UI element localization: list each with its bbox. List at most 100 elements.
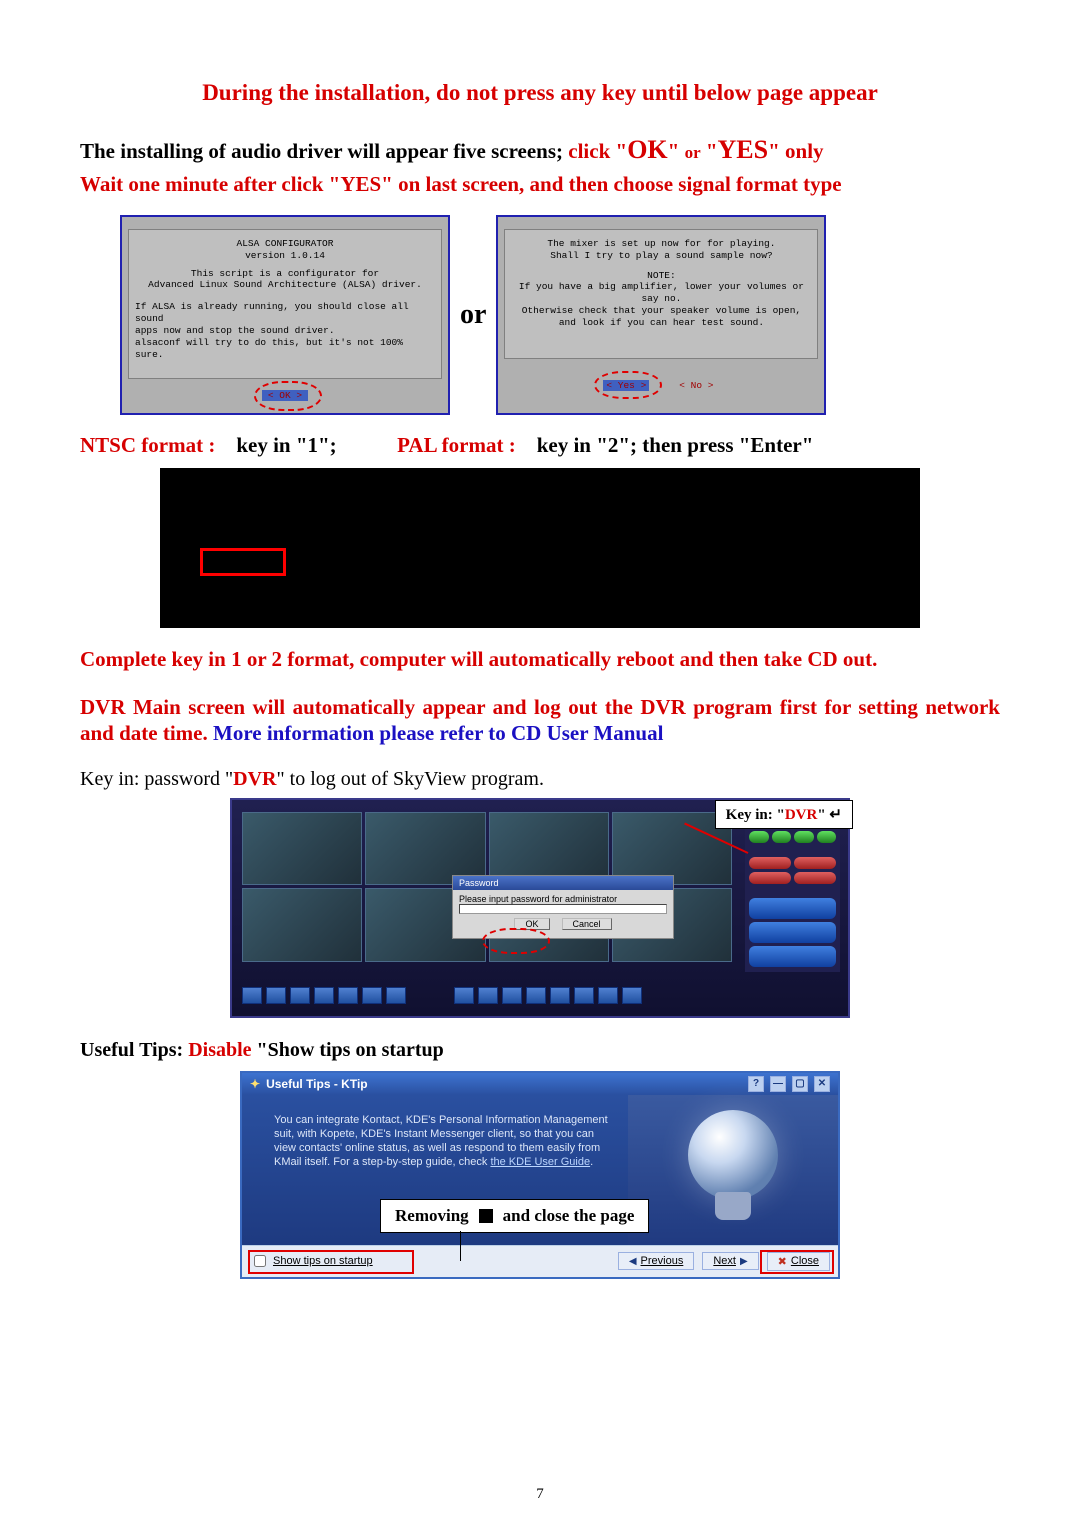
ok-button[interactable]: OK — [514, 918, 549, 930]
toolbar-button[interactable] — [550, 987, 570, 1004]
sidebar-button[interactable] — [749, 831, 769, 843]
minimize-button[interactable]: — — [770, 1076, 786, 1092]
useful-tips-line: Useful Tips: Disable "Show tips on start… — [80, 1038, 1000, 1063]
lightbulb-icon: ✦ — [250, 1077, 260, 1091]
sidebar-button[interactable] — [817, 831, 837, 843]
ktip-titlebar: ✦ Useful Tips - KTip ? — ▢ ✕ — [242, 1073, 838, 1095]
sidebar-button[interactable] — [749, 872, 791, 884]
text: or — [685, 143, 701, 162]
toolbar-button[interactable] — [338, 987, 358, 1004]
next-button[interactable]: Next ▶ — [702, 1252, 758, 1270]
alsa-mixer-screenshot: The mixer is set up now for for playing.… — [496, 215, 826, 415]
sidebar-button[interactable] — [749, 922, 836, 943]
ntsc-value — [221, 433, 237, 457]
or-label: or — [460, 299, 486, 331]
pal-label: PAL format : — [397, 433, 516, 457]
callout-box: Removing and close the page — [380, 1199, 649, 1233]
text: The mixer is set up now for for playing. — [511, 238, 811, 250]
ntsc-label: NTSC format : — [80, 433, 215, 457]
after-term-line: Complete key in 1 or 2 format, computer … — [80, 646, 1000, 672]
show-tips-checkbox[interactable]: Show tips on startup — [250, 1252, 373, 1270]
text: More information please refer to CD User… — [213, 721, 663, 745]
help-button[interactable]: ? — [748, 1076, 764, 1092]
ok-button[interactable]: < OK > — [262, 390, 308, 401]
callout-leader-line — [460, 1231, 461, 1261]
filled-checkbox-icon — [479, 1209, 493, 1223]
toolbar-button[interactable] — [362, 987, 382, 1004]
keyin-line: Key in: password "DVR" to log out of Sky… — [80, 767, 1000, 792]
text: " — [706, 139, 718, 163]
cancel-button[interactable]: Cancel — [562, 918, 612, 930]
sidebar-button[interactable] — [794, 857, 836, 869]
ktip-footer: Show tips on startup ◀ Previous Next ▶ ✖Cl… — [242, 1245, 838, 1277]
text: DVR — [233, 768, 276, 790]
text: This script is a configurator for — [135, 268, 435, 280]
text: Useful Tips: — [80, 1039, 188, 1061]
dvr-screenshot: Password Please input password for admin… — [230, 798, 850, 1018]
password-dialog-title: Password — [453, 876, 673, 890]
maximize-button[interactable]: ▢ — [792, 1076, 808, 1092]
dvr-bottom-bar — [242, 982, 842, 1010]
toolbar-button[interactable] — [290, 987, 310, 1004]
chevron-right-icon: ▶ — [740, 1256, 748, 1267]
close-button[interactable]: ✖Close — [767, 1252, 830, 1271]
text: click — [568, 139, 610, 163]
text: key in "1"; — [236, 433, 336, 457]
page-number: 7 — [0, 1486, 1080, 1503]
text: DVR — [785, 807, 818, 823]
previous-button[interactable]: ◀ Previous — [618, 1252, 695, 1270]
text: and close the page — [503, 1206, 635, 1226]
text: key in "2"; then press "Enter" — [537, 433, 814, 457]
headline: During the installation, do not press an… — [80, 80, 1000, 106]
toolbar-button[interactable] — [242, 987, 262, 1004]
sidebar-button[interactable] — [772, 831, 792, 843]
chevron-left-icon: ◀ — [629, 1256, 637, 1267]
camera-cell — [242, 812, 362, 886]
dvr-sidebar — [745, 812, 840, 972]
sidebar-button[interactable] — [794, 872, 836, 884]
lightbulb-image — [628, 1095, 838, 1245]
kde-user-guide-link[interactable]: the KDE User Guide — [490, 1156, 590, 1168]
sidebar-button[interactable] — [749, 946, 836, 967]
ktip-title-text: Useful Tips - KTip — [266, 1077, 368, 1091]
password-input[interactable] — [459, 904, 667, 914]
alsa-configurator-screenshot: ALSA CONFIGURATOR version 1.0.14 This sc… — [120, 215, 450, 415]
sidebar-button[interactable] — [794, 831, 814, 843]
toolbar-button[interactable] — [314, 987, 334, 1004]
text: Disable — [188, 1039, 251, 1061]
no-button[interactable]: < No > — [673, 380, 719, 391]
yes-button[interactable]: < Yes > — [603, 380, 649, 391]
ptz-button[interactable] — [749, 898, 836, 919]
text: Key in: password " — [80, 768, 233, 790]
ktip-wrap: ✦ Useful Tips - KTip ? — ▢ ✕ You can int… — [240, 1071, 840, 1279]
toolbar-button[interactable] — [454, 987, 474, 1004]
toolbar-button[interactable] — [266, 987, 286, 1004]
pal-value — [521, 433, 537, 457]
toolbar-button[interactable] — [574, 987, 594, 1004]
format-line: NTSC format : key in "1"; PAL format : k… — [80, 433, 1000, 458]
audio-driver-line: The installing of audio driver will appe… — [80, 134, 1000, 167]
toolbar-button[interactable] — [598, 987, 618, 1004]
toolbar-button[interactable] — [478, 987, 498, 1004]
terminal-screenshot — [160, 468, 920, 628]
sidebar-button[interactable] — [749, 857, 791, 869]
camera-cell — [242, 888, 362, 962]
dvr-paragraph: DVR Main screen will automatically appea… — [80, 694, 1000, 747]
toolbar-button[interactable] — [526, 987, 546, 1004]
checkbox-input[interactable] — [254, 1255, 266, 1267]
text: Shall I try to play a sound sample now? — [511, 250, 811, 262]
wait-line: Wait one minute after click "YES" on las… — [80, 171, 1000, 197]
text: " — [616, 139, 628, 163]
close-button[interactable]: ✕ — [814, 1076, 830, 1092]
alsa-title: ALSA CONFIGURATOR — [135, 238, 435, 250]
text: " to log out of SkyView program. — [277, 768, 545, 790]
text: Removing — [395, 1206, 469, 1226]
toolbar-button[interactable] — [386, 987, 406, 1004]
text: Next — [713, 1255, 736, 1267]
text: Previous — [641, 1255, 684, 1267]
toolbar-button[interactable] — [622, 987, 642, 1004]
text: If ALSA is already running, you should c… — [135, 301, 435, 325]
toolbar-button[interactable] — [502, 987, 522, 1004]
text: and look if you can hear test sound. — [511, 317, 811, 329]
text: " — [768, 139, 785, 163]
